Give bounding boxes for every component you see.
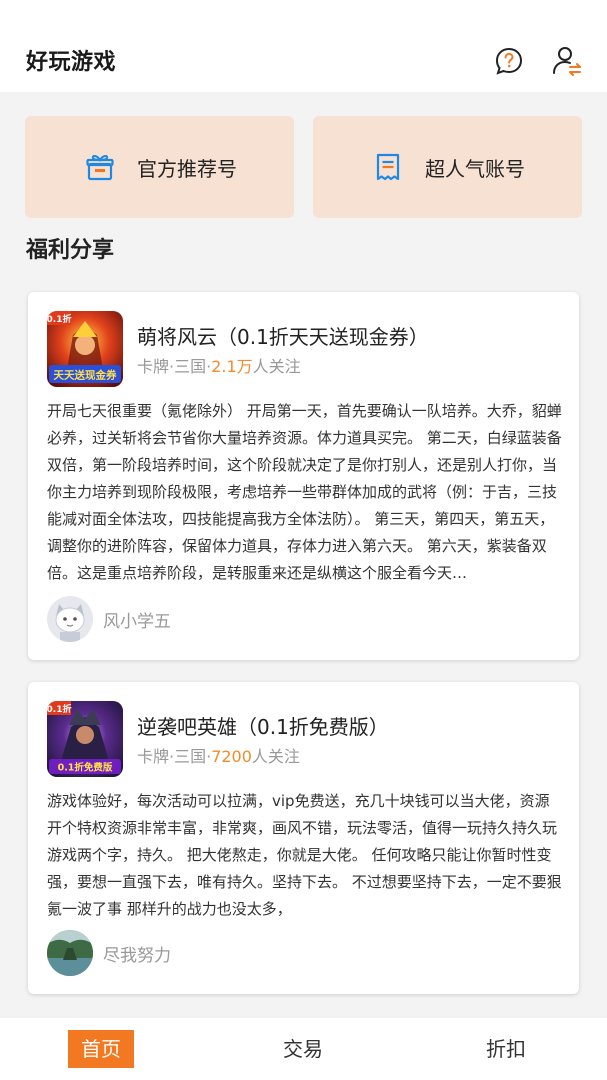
post-card[interactable]: 0.1折免费版 0.1折 逆袭吧英雄（0.1折免费版） 卡牌·三国·7200人关… (28, 682, 579, 994)
follower-count: 2.1万 (211, 357, 253, 376)
bottom-tab-bar: 首页 交易 折扣 (0, 1018, 607, 1080)
question-bubble-icon[interactable] (492, 44, 526, 78)
top-bar: 好玩游戏 (0, 0, 607, 92)
app-title: 好玩游戏 (26, 50, 117, 75)
post-author[interactable]: 尽我努力 (47, 930, 171, 976)
icon-badge: 0.1折 (47, 703, 71, 715)
popular-accounts-button[interactable]: 超人气账号 (313, 116, 582, 218)
post-description[interactable]: 开局七天很重要（氪佬除外） 开局第一天，首先要确认一队培养。大乔，貂蝉必养，过关… (47, 398, 563, 580)
game-name[interactable]: 萌将风云（0.1折天天送现金券） (137, 321, 429, 350)
avatar (47, 596, 93, 642)
follower-count: 7200 (211, 747, 252, 766)
quick-link-label: 超人气账号 (425, 156, 525, 181)
tab-discount[interactable]: 折扣 (473, 1030, 539, 1068)
tab-trade[interactable]: 交易 (270, 1030, 336, 1068)
author-name: 风小学五 (103, 611, 171, 632)
post-card[interactable]: 天天送现金券 0.1折 萌将风云（0.1折天天送现金券） 卡牌·三国·2.1万人… (28, 292, 579, 660)
author-name: 尽我努力 (103, 945, 171, 966)
game-icon[interactable]: 0.1折免费版 0.1折 (47, 701, 123, 777)
avatar (47, 930, 93, 976)
follower-suffix: 人关注 (251, 747, 300, 766)
icon-banner: 0.1折免费版 (58, 762, 113, 774)
gift-icon (85, 152, 115, 182)
game-icon[interactable]: 天天送现金券 0.1折 (47, 311, 123, 387)
icon-badge: 0.1折 (47, 313, 71, 325)
game-name[interactable]: 逆袭吧英雄（0.1折免费版） (137, 711, 389, 740)
post-description[interactable]: 游戏体验好，每次活动可以拉满，vip免费送，充几十块钱可以当大佬，资源开个特权资… (47, 788, 563, 925)
game-tags: 卡牌·三国· (137, 747, 212, 766)
official-recommend-button[interactable]: 官方推荐号 (25, 116, 294, 218)
section-title: 福利分享 (26, 238, 115, 263)
game-meta: 卡牌·三国·7200人关注 (137, 743, 300, 767)
tab-home[interactable]: 首页 (68, 1030, 134, 1068)
follower-suffix: 人关注 (252, 357, 301, 376)
user-swap-icon[interactable] (550, 44, 584, 78)
game-tags: 卡牌·三国· (137, 357, 212, 376)
post-author[interactable]: 风小学五 (47, 596, 171, 642)
icon-banner: 天天送现金券 (54, 369, 117, 382)
quick-link-label: 官方推荐号 (137, 156, 237, 181)
game-meta: 卡牌·三国·2.1万人关注 (137, 353, 301, 377)
receipt-icon (373, 152, 403, 182)
